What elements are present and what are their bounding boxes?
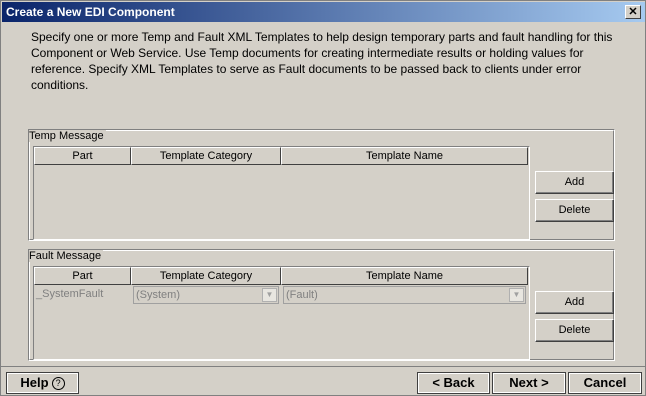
column-header-template-name[interactable]: Template Name <box>281 267 528 285</box>
close-button[interactable]: ✕ <box>625 5 641 19</box>
temp-message-table[interactable]: Part Template Category Template Name <box>33 146 530 240</box>
fault-delete-button[interactable]: Delete <box>535 319 614 342</box>
chevron-down-icon[interactable]: ▼ <box>262 288 277 302</box>
chevron-down-icon[interactable]: ▼ <box>509 288 524 302</box>
table-row[interactable]: _SystemFault (System) ▼ (Fault) ▼ <box>34 285 528 305</box>
fault-message-label: Fault Message <box>29 250 104 262</box>
temp-message-panel: Temp Message Part Template Category Temp… <box>28 129 615 241</box>
table-header: Part Template Category Template Name <box>34 267 528 285</box>
cancel-button[interactable]: Cancel <box>568 372 642 394</box>
help-button[interactable]: Help? <box>6 372 79 394</box>
template-name-value: (Fault) <box>286 289 318 301</box>
template-category-select[interactable]: (System) ▼ <box>133 286 279 304</box>
help-icon: ? <box>51 377 65 390</box>
template-category-value: (System) <box>136 289 180 301</box>
help-button-label: Help <box>20 375 49 390</box>
part-cell[interactable]: _SystemFault <box>34 285 131 305</box>
description-text: Specify one or more Temp and Fault XML T… <box>31 30 613 92</box>
fault-add-button[interactable]: Add <box>535 291 614 314</box>
dialog-window: Create a New EDI Component ✕ Specify one… <box>0 0 646 396</box>
column-header-template-category[interactable]: Template Category <box>131 267 281 285</box>
temp-message-label: Temp Message <box>29 130 106 142</box>
button-bar: Help? < Back Next > Cancel <box>1 366 645 396</box>
template-name-select[interactable]: (Fault) ▼ <box>283 286 526 304</box>
column-header-part[interactable]: Part <box>34 267 131 285</box>
fault-message-panel: Fault Message Part Template Category Tem… <box>28 249 615 361</box>
back-button[interactable]: < Back <box>417 372 490 394</box>
temp-add-button[interactable]: Add <box>535 171 614 194</box>
column-header-template-category[interactable]: Template Category <box>131 147 281 165</box>
fault-message-table[interactable]: Part Template Category Template Name _Sy… <box>33 266 530 360</box>
temp-delete-button[interactable]: Delete <box>535 199 614 222</box>
window-title: Create a New EDI Component <box>6 5 175 19</box>
next-button[interactable]: Next > <box>492 372 566 394</box>
table-header: Part Template Category Template Name <box>34 147 528 165</box>
column-header-template-name[interactable]: Template Name <box>281 147 528 165</box>
close-icon: ✕ <box>628 6 638 18</box>
title-bar[interactable]: Create a New EDI Component ✕ <box>2 2 645 22</box>
column-header-part[interactable]: Part <box>34 147 131 165</box>
